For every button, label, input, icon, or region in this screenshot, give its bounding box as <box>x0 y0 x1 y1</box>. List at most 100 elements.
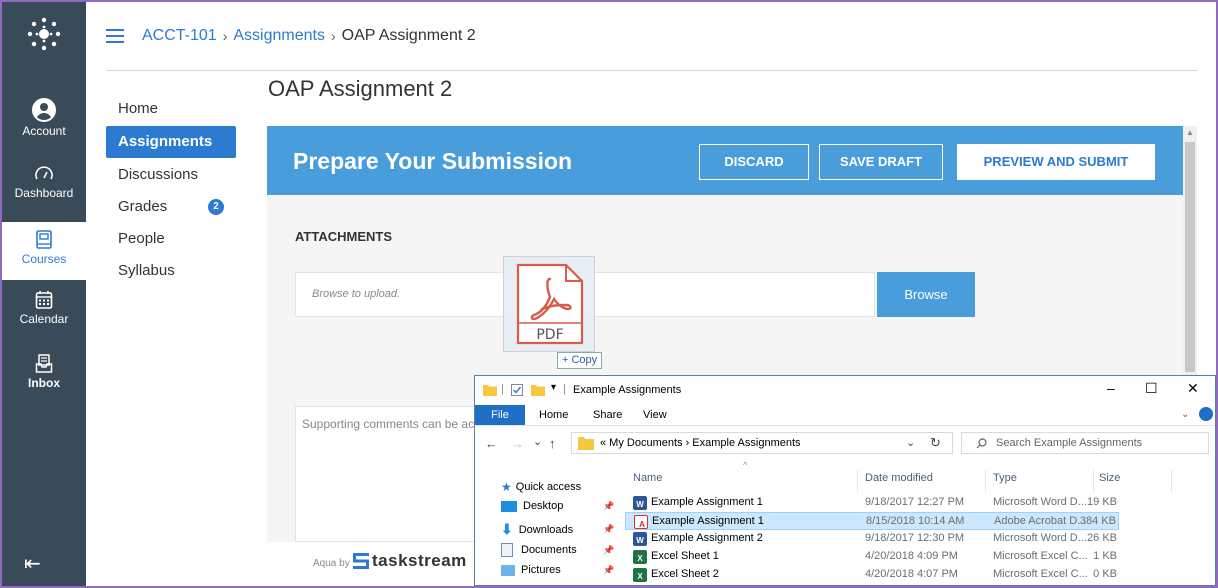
ribbon-view-tab[interactable]: View <box>643 409 667 421</box>
scroll-up-arrow-icon[interactable]: ▲ <box>1186 128 1194 137</box>
file-row[interactable]: W Example Assignment 2 9/18/2017 12:30 P… <box>625 530 1119 548</box>
course-nav-syllabus[interactable]: Syllabus <box>106 255 236 287</box>
breadcrumb-course-link[interactable]: ACCT-101 <box>142 27 217 45</box>
column-divider[interactable] <box>1171 470 1172 492</box>
comments-placeholder: Supporting comments can be ac <box>302 417 475 431</box>
browse-button[interactable]: Browse <box>877 272 975 317</box>
ribbon-expand-icon[interactable]: ⌄ <box>1181 409 1189 420</box>
column-header-date[interactable]: Date modified <box>865 472 933 484</box>
recent-locations-icon[interactable]: ⌄ <box>533 435 542 448</box>
footer-brand: taskstream <box>372 551 467 570</box>
file-name: Excel Sheet 2 <box>651 568 719 580</box>
sort-indicator-icon: ^ <box>743 460 748 470</box>
ribbon-home-tab[interactable]: Home <box>539 409 568 421</box>
properties-check-icon[interactable] <box>511 384 523 396</box>
address-dropdown-icon[interactable]: ⌄ <box>906 436 915 449</box>
explorer-file-list: ^ Name Date modified Type Size W Example… <box>623 460 1215 585</box>
column-header-type[interactable]: Type <box>993 472 1017 484</box>
file-type: Microsoft Excel C... <box>993 550 1088 562</box>
desktop-icon <box>501 500 517 512</box>
global-nav-label: Inbox <box>28 376 60 390</box>
canvas-logo-icon[interactable] <box>26 16 62 52</box>
collapse-nav-icon[interactable]: ⇤ <box>24 551 41 576</box>
up-arrow-icon[interactable]: ↑ <box>549 436 556 451</box>
global-nav-courses[interactable]: Courses <box>2 222 86 280</box>
word-file-icon: W <box>633 532 647 546</box>
file-row[interactable]: A Example Assignment 1 8/15/2018 10:14 A… <box>625 512 1119 530</box>
global-nav-dashboard[interactable]: Dashboard <box>2 164 86 220</box>
file-name: Example Assignment 2 <box>651 532 763 544</box>
maximize-button[interactable]: ☐ <box>1145 380 1158 397</box>
file-type: Adobe Acrobat D... <box>994 515 1087 527</box>
global-nav-inbox[interactable]: Inbox <box>2 354 86 404</box>
help-icon[interactable] <box>1199 407 1213 421</box>
refresh-icon[interactable]: ↻ <box>930 435 941 451</box>
documents-icon <box>501 543 513 557</box>
save-draft-button[interactable]: SAVE DRAFT <box>819 144 943 180</box>
global-nav-calendar[interactable]: Calendar <box>2 290 86 346</box>
course-nav-assignments[interactable]: Assignments <box>106 126 236 158</box>
global-nav-label: Calendar <box>19 312 69 326</box>
back-arrow-icon[interactable]: ← <box>485 436 498 451</box>
scrollbar-thumb[interactable] <box>1185 142 1195 372</box>
breadcrumb-assignments-link[interactable]: Assignments <box>233 27 325 45</box>
ribbon-file-tab[interactable]: File <box>475 405 525 425</box>
sidebar-label: Quick access <box>515 481 582 493</box>
qat-separator: | <box>563 383 566 395</box>
pdf-file-icon: A <box>634 515 648 529</box>
qat-customize-icon[interactable]: ▾ <box>551 382 556 393</box>
minimize-button[interactable]: – <box>1107 380 1115 396</box>
file-date: 4/20/2018 4:09 PM <box>865 550 958 562</box>
column-divider[interactable] <box>985 470 986 492</box>
submission-header-title: Prepare Your Submission <box>293 148 573 174</box>
file-size: 19 KB <box>1087 496 1117 508</box>
pdf-file-icon: PDF <box>516 263 584 345</box>
column-header-name[interactable]: Name <box>633 472 662 484</box>
pictures-icon <box>501 564 515 576</box>
pin-icon: 📌 <box>603 500 615 511</box>
sidebar-quick-access[interactable]: ★ Quick access <box>501 480 581 494</box>
file-date: 9/18/2017 12:30 PM <box>865 532 965 544</box>
calendar-icon <box>35 291 53 309</box>
address-bar[interactable]: « My Documents › Example Assignments ⌄ ↻ <box>571 432 953 454</box>
sidebar-label: Pictures <box>521 564 561 576</box>
course-nav-people[interactable]: People <box>106 223 236 255</box>
file-date: 9/18/2017 12:27 PM <box>865 496 965 508</box>
upload-placeholder: Browse to upload. <box>312 288 401 300</box>
global-nav-label: Account <box>22 124 66 138</box>
column-divider[interactable] <box>1093 470 1094 492</box>
file-date: 4/20/2018 4:07 PM <box>865 568 958 580</box>
grades-count-badge: 2 <box>208 199 224 215</box>
course-nav-home[interactable]: Home <box>106 93 236 125</box>
hamburger-menu-icon[interactable] <box>106 29 124 43</box>
file-date: 8/15/2018 10:14 AM <box>866 515 965 527</box>
file-row[interactable]: X Excel Sheet 2 4/20/2018 4:07 PM Micros… <box>625 566 1119 584</box>
attachments-label: ATTACHMENTS <box>295 229 393 244</box>
explorer-sidebar: ★ Quick access Desktop 📌 ⬇ Downloads 📌 D… <box>475 472 621 585</box>
discard-button[interactable]: DISCARD <box>699 144 809 180</box>
close-button[interactable]: ✕ <box>1187 380 1199 397</box>
dashboard-icon <box>35 166 53 180</box>
global-nav-account[interactable]: Account <box>2 98 86 156</box>
file-size: 384 KB <box>1079 515 1116 527</box>
search-input[interactable]: Search Example Assignments <box>961 432 1209 454</box>
file-size: 1 KB <box>1093 550 1117 562</box>
global-nav: Account Dashboard Courses Calendar Inbox… <box>2 2 86 586</box>
column-header-size[interactable]: Size <box>1099 472 1120 484</box>
ribbon-share-tab[interactable]: Share <box>593 409 622 421</box>
file-row[interactable]: W Example Assignment 1 9/18/2017 12:27 P… <box>625 494 1119 512</box>
pdf-file-label: PDF <box>536 327 563 343</box>
header-divider <box>106 70 1198 71</box>
file-row[interactable]: X Excel Sheet 1 4/20/2018 4:09 PM Micros… <box>625 548 1119 566</box>
course-nav-label: Grades <box>118 198 168 215</box>
file-size: 26 KB <box>1087 532 1117 544</box>
course-nav-discussions[interactable]: Discussions <box>106 159 236 191</box>
page-title: OAP Assignment 2 <box>268 76 453 101</box>
submission-header-bar: Prepare Your Submission DISCARD SAVE DRA… <box>267 126 1183 195</box>
column-divider[interactable] <box>857 470 858 492</box>
course-nav-grades[interactable]: Grades 2 <box>106 191 236 223</box>
file-name: Example Assignment 1 <box>652 515 764 527</box>
preview-and-submit-button[interactable]: PREVIEW AND SUBMIT <box>957 144 1155 180</box>
forward-arrow-icon[interactable]: → <box>511 436 524 451</box>
new-folder-icon[interactable] <box>531 384 545 396</box>
